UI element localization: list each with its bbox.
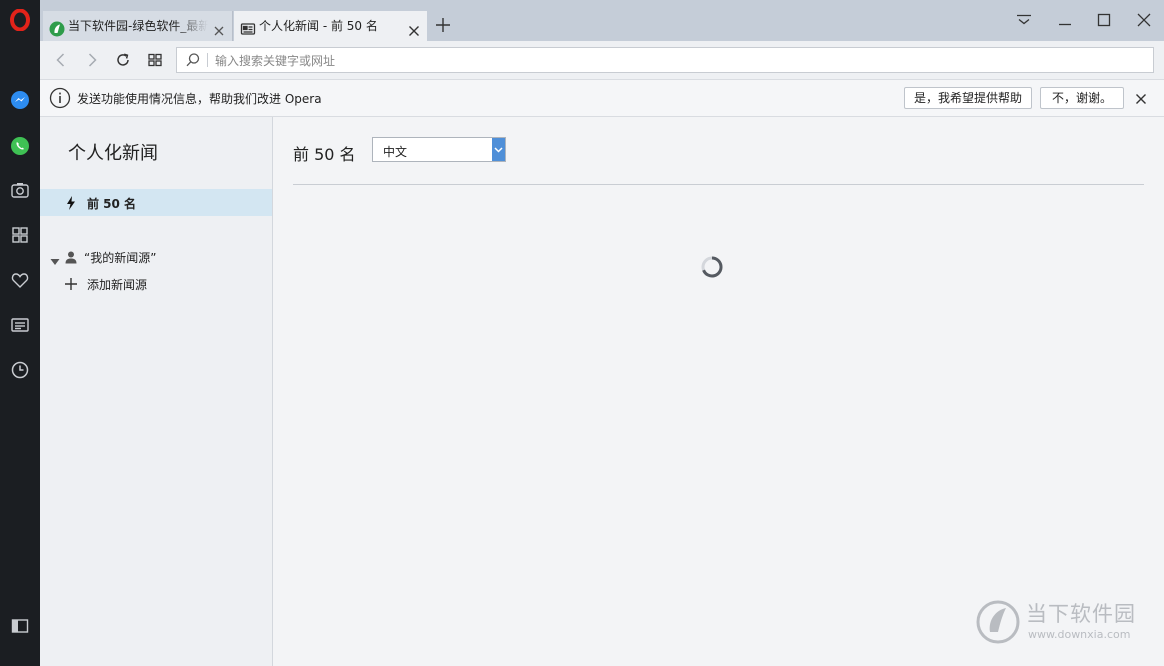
my-sources-group[interactable]: “我的新闻源”: [40, 247, 272, 267]
infobar-message: 发送功能使用情况信息，帮助我们改进 Opera: [77, 92, 322, 106]
close-tab-icon[interactable]: [212, 19, 226, 36]
close-tab-icon[interactable]: [407, 19, 421, 36]
sidebar-toggle-icon[interactable]: [8, 614, 32, 638]
divider: [293, 184, 1144, 185]
language-select[interactable]: 中文: [372, 137, 506, 162]
navigation-toolbar: [40, 41, 1164, 80]
opera-sidebar: [0, 0, 40, 666]
person-icon: [64, 249, 78, 264]
usage-stats-infobar: 发送功能使用情况信息，帮助我们改进 Opera 是，我希望提供帮助 不，谢谢。: [40, 80, 1164, 117]
sidebar-item-top50[interactable]: 前 50 名: [40, 189, 272, 216]
plus-icon: [64, 276, 78, 290]
site-favicon-icon: [49, 18, 65, 37]
new-tab-icon[interactable]: [434, 16, 452, 34]
chevron-down-icon[interactable]: [50, 252, 60, 265]
lightning-icon: [64, 195, 78, 211]
tab-title: 当下软件园-绿色软件_最新: [68, 19, 208, 33]
whatsapp-icon[interactable]: [8, 134, 32, 158]
language-selected-value: 中文: [383, 145, 408, 159]
watermark: 当下软件园 www.downxia.com: [976, 598, 1156, 648]
address-bar[interactable]: [176, 47, 1154, 74]
panel-title: 个人化新闻: [68, 143, 158, 164]
tab-personal-news[interactable]: 个人化新闻 - 前 50 名: [234, 11, 427, 41]
forward-icon[interactable]: [83, 51, 101, 69]
watermark-url: www.downxia.com: [1028, 628, 1131, 641]
address-input[interactable]: [213, 48, 1137, 74]
reload-icon[interactable]: [114, 51, 132, 69]
tab-title: 个人化新闻 - 前 50 名: [259, 19, 378, 33]
address-separator: [207, 53, 208, 67]
back-icon[interactable]: [52, 51, 70, 69]
messenger-icon[interactable]: [8, 88, 32, 112]
tabs-overview-icon[interactable]: [146, 51, 164, 69]
watermark-brand: 当下软件园: [1026, 602, 1136, 626]
news-main-content: 前 50 名 中文: [273, 117, 1164, 666]
tab-menu-icon[interactable]: [1016, 12, 1032, 28]
help-yes-button[interactable]: 是，我希望提供帮助: [904, 87, 1032, 109]
speed-dial-icon[interactable]: [8, 223, 32, 247]
news-side-panel: 个人化新闻 前 50 名 “我的新闻源” 添加新闻源: [40, 117, 273, 666]
info-icon: [49, 87, 71, 109]
sidebar-item-label: 前 50 名: [87, 197, 137, 211]
add-source-label: 添加新闻源: [87, 278, 148, 292]
add-news-source-button[interactable]: 添加新闻源: [40, 274, 272, 294]
chevron-down-icon[interactable]: [492, 138, 505, 161]
news-icon: [240, 18, 256, 35]
group-label: “我的新闻源”: [84, 251, 157, 265]
maximize-icon[interactable]: [1096, 12, 1112, 28]
close-window-icon[interactable]: [1136, 12, 1152, 28]
news-icon[interactable]: [8, 313, 32, 337]
minimize-icon[interactable]: [1057, 12, 1073, 28]
history-icon[interactable]: [8, 358, 32, 382]
camera-icon[interactable]: [8, 178, 32, 202]
opera-logo-icon[interactable]: [8, 8, 32, 32]
page-title: 前 50 名: [293, 145, 356, 164]
tab-strip: 当下软件园-绿色软件_最新 个人化新闻 - 前 50 名: [40, 0, 1164, 41]
watermark-logo-icon: [976, 600, 1020, 644]
heart-icon[interactable]: [8, 268, 32, 292]
search-icon: [185, 52, 201, 68]
close-infobar-icon[interactable]: [1134, 91, 1148, 105]
tab-downxia[interactable]: 当下软件园-绿色软件_最新: [43, 11, 233, 41]
loading-spinner-icon: [700, 255, 724, 279]
help-no-button[interactable]: 不，谢谢。: [1040, 87, 1124, 109]
